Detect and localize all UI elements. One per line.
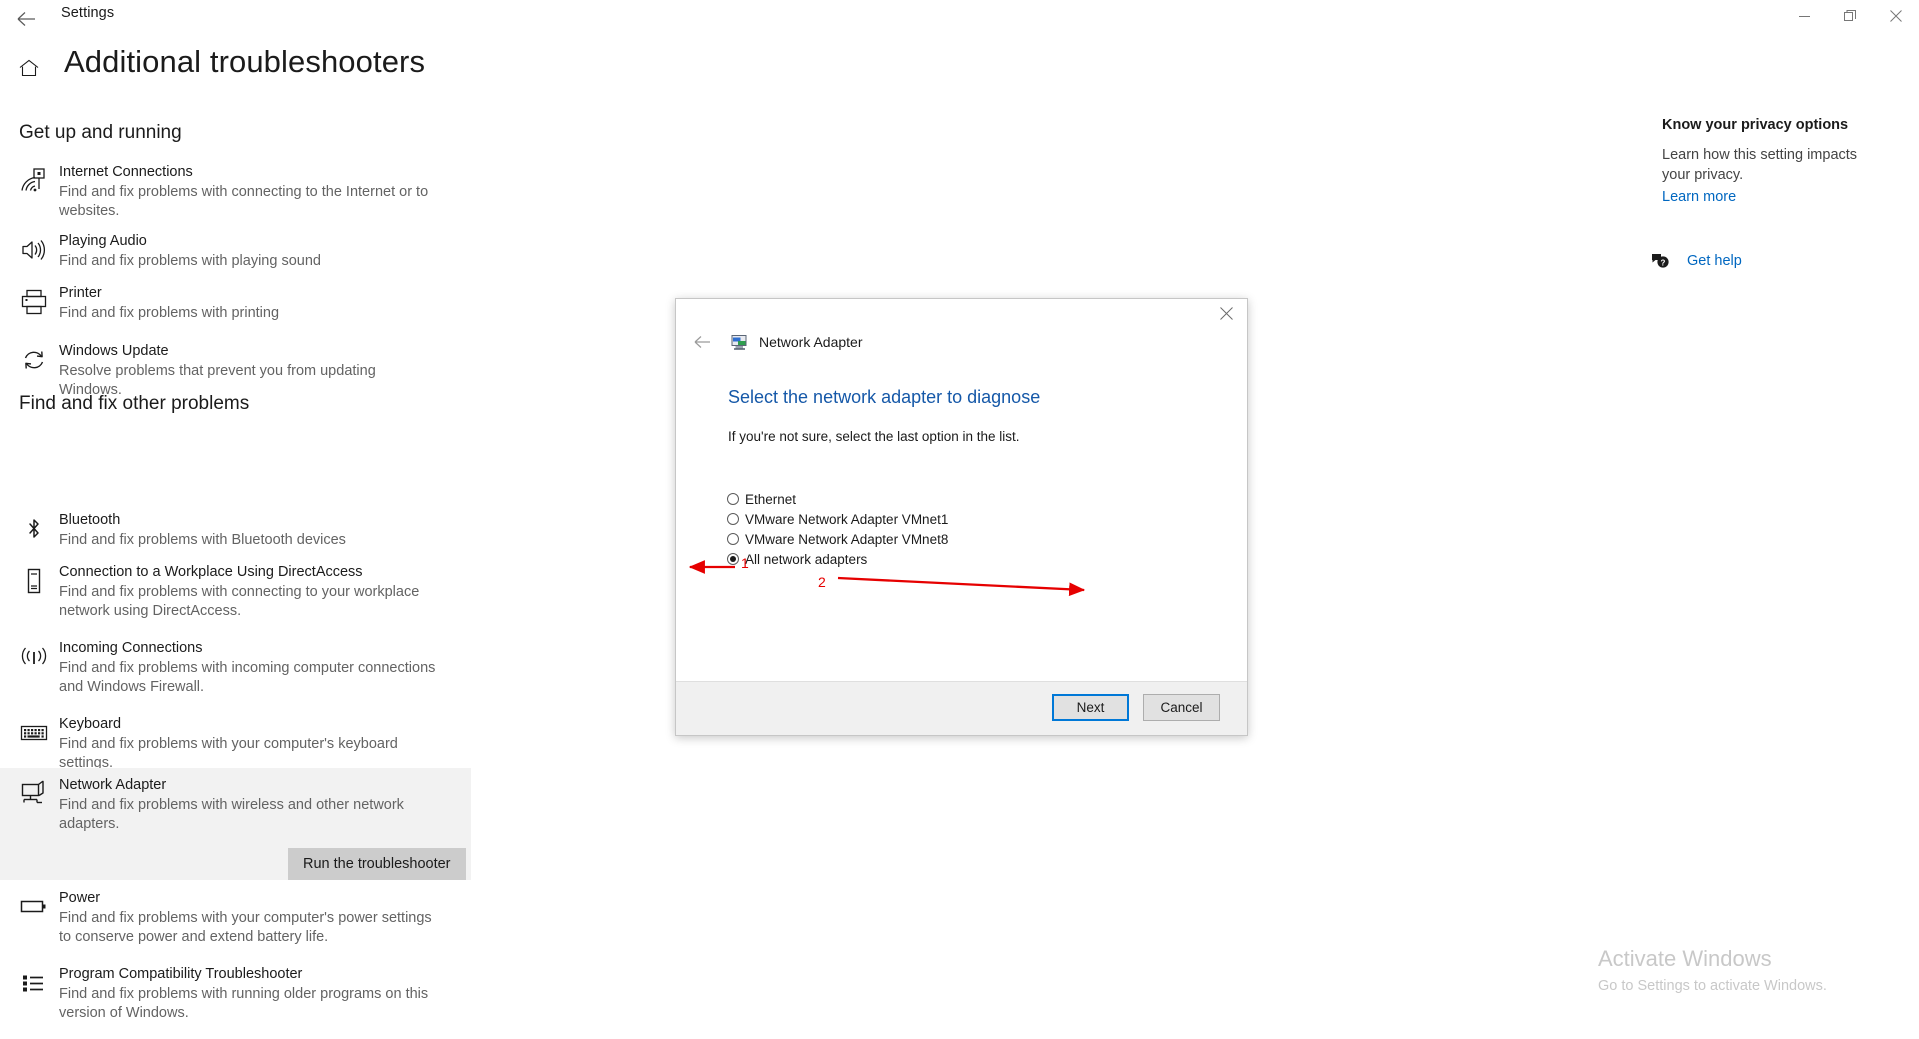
radio-label: All network adapters [745, 551, 868, 567]
get-help-row[interactable]: ? Get help [1650, 252, 1742, 270]
troubleshooter-name: Incoming Connections [59, 640, 203, 656]
dialog-app-title: Network Adapter [759, 334, 863, 350]
radio-label: Ethernet [745, 491, 797, 507]
radio-option-all-network-adapters[interactable]: All network adapters [727, 550, 948, 568]
watermark-title: Activate Windows [1598, 946, 1772, 971]
dialog-subtext: If you're not sure, select the last opti… [728, 429, 1020, 444]
radio-indicator [727, 533, 739, 545]
maximize-restore-button[interactable] [1827, 0, 1873, 32]
page-title: Additional troubleshooters [64, 44, 426, 79]
network-adapter-icon [19, 779, 49, 809]
question-bubble-icon: ? [1650, 252, 1670, 270]
troubleshooter-name: Program Compatibility Troubleshooter [59, 966, 303, 982]
annotation-step-1: 1 [741, 555, 749, 571]
radio-label: VMware Network Adapter VMnet1 [745, 511, 949, 527]
troubleshooter-name: Connection to a Workplace Using DirectAc… [59, 564, 363, 580]
antenna-icon [19, 642, 49, 672]
radio-option-vmnet1[interactable]: VMware Network Adapter VMnet1 [727, 510, 948, 528]
refresh-icon [19, 345, 49, 375]
troubleshooter-name: Windows Update [59, 343, 169, 359]
dialog-nav-row: Network Adapter [689, 331, 863, 353]
smartcard-icon [19, 566, 49, 596]
troubleshooter-desc: Find and fix problems with incoming comp… [59, 660, 436, 695]
dialog-heading: Select the network adapter to diagnose [728, 387, 1041, 407]
watermark-subtitle: Go to Settings to activate Windows. [1598, 978, 1827, 994]
speaker-icon [19, 235, 49, 265]
window-controls [1781, 0, 1919, 32]
keyboard-icon [19, 718, 49, 748]
troubleshooter-desc: Find and fix problems with printing [59, 305, 280, 321]
section-heading-get-up-and-running: Get up and running [19, 122, 182, 143]
printer-icon [19, 287, 49, 317]
window-title: Settings [61, 5, 115, 21]
troubleshooter-name: Keyboard [59, 716, 122, 732]
svg-text:?: ? [1661, 258, 1666, 267]
troubleshooter-name: Network Adapter [59, 777, 167, 793]
back-arrow-icon[interactable] [10, 4, 42, 34]
dialog-footer: Next Cancel [676, 681, 1247, 735]
minimize-button[interactable] [1781, 0, 1827, 32]
privacy-options-description: Learn how this setting impacts your priv… [1662, 147, 1858, 183]
network-adapter-options: Ethernet VMware Network Adapter VMnet1 V… [727, 490, 948, 570]
bluetooth-icon [19, 514, 49, 544]
troubleshooter-desc: Find and fix problems with playing sound [59, 253, 321, 269]
cancel-button[interactable]: Cancel [1143, 694, 1220, 721]
battery-icon [19, 892, 49, 922]
troubleshooter-desc: Find and fix problems with connecting to… [59, 584, 420, 619]
troubleshooter-desc: Find and fix problems with your computer… [59, 910, 432, 945]
troubleshooter-name: Printer [59, 285, 102, 301]
network-adapter-app-icon [731, 334, 748, 351]
radio-indicator [727, 553, 739, 565]
troubleshooter-name: Playing Audio [59, 233, 147, 249]
troubleshooter-name: Internet Connections [59, 164, 193, 180]
internet-connections-icon [19, 166, 49, 196]
home-icon[interactable] [18, 57, 40, 79]
troubleshooter-desc: Find and fix problems with Bluetooth dev… [59, 532, 346, 548]
radio-option-vmnet8[interactable]: VMware Network Adapter VMnet8 [727, 530, 948, 548]
get-help-label[interactable]: Get help [1687, 253, 1742, 269]
section-heading-find-and-fix-other-problems: Find and fix other problems [19, 393, 250, 414]
next-button[interactable]: Next [1052, 694, 1129, 721]
dialog-close-icon[interactable] [1205, 299, 1247, 327]
list-icon [19, 968, 49, 998]
activate-windows-watermark: Activate Windows Go to Settings to activ… [1598, 945, 1827, 997]
privacy-options-heading: Know your privacy options [1662, 117, 1849, 133]
troubleshooter-desc: Find and fix problems with wireless and … [59, 797, 404, 832]
annotation-step-2: 2 [818, 574, 826, 590]
settings-title-bar: Settings [0, 0, 1919, 38]
radio-indicator [727, 513, 739, 525]
learn-more-link[interactable]: Learn more [1662, 189, 1736, 205]
run-the-troubleshooter-button[interactable]: Run the troubleshooter [288, 848, 466, 880]
radio-indicator [727, 493, 739, 505]
troubleshooter-name: Power [59, 890, 101, 906]
dialog-back-arrow-icon[interactable] [689, 331, 715, 353]
troubleshooter-desc: Find and fix problems with running older… [59, 986, 429, 1021]
troubleshooter-name: Bluetooth [59, 512, 121, 528]
network-adapter-troubleshooter-dialog: Network Adapter Select the network adapt… [675, 298, 1248, 736]
troubleshooter-desc: Find and fix problems with connecting to… [59, 184, 429, 219]
close-button[interactable] [1873, 0, 1919, 32]
radio-label: VMware Network Adapter VMnet8 [745, 531, 949, 547]
radio-option-ethernet[interactable]: Ethernet [727, 490, 948, 508]
